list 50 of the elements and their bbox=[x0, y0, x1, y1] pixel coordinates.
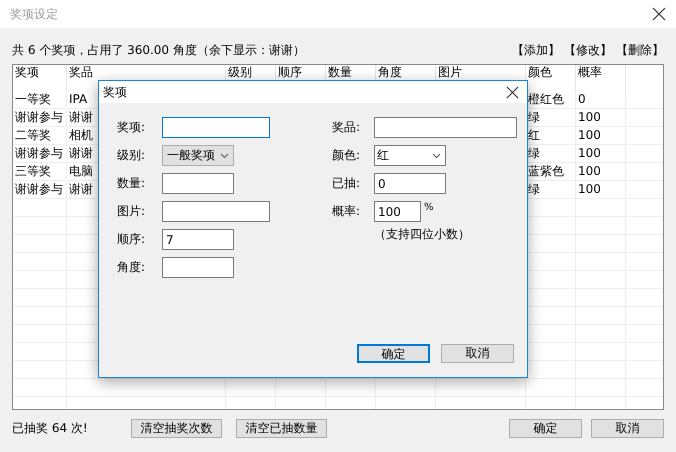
hint-text: （支持四位小数） bbox=[373, 226, 471, 243]
table-cell: 谢谢参与 bbox=[13, 145, 67, 162]
field-label: 颜色: bbox=[332, 147, 362, 164]
close-icon[interactable] bbox=[652, 7, 666, 21]
table-cell: 100 bbox=[576, 109, 626, 126]
field-label: 级别: bbox=[117, 147, 146, 164]
table-cell: 一等奖 bbox=[13, 91, 67, 108]
draw-count-text: 已抽奖 64 次! bbox=[12, 420, 89, 437]
field-label: 顺序: bbox=[117, 231, 146, 248]
column-header[interactable]: 概率 bbox=[576, 65, 626, 91]
table-cell: 谢谢参与 bbox=[13, 181, 67, 198]
field-label: 图片: bbox=[117, 203, 146, 220]
action-link[interactable]: 【修改】 bbox=[564, 42, 612, 58]
cancel-button[interactable]: 取消 bbox=[441, 344, 514, 363]
field-label: 角度: bbox=[117, 259, 146, 276]
ok-button[interactable]: 确定 bbox=[357, 344, 430, 363]
clear-button[interactable]: 清空抽奖次数 bbox=[131, 419, 222, 438]
action-link[interactable]: 【删除】 bbox=[616, 42, 664, 58]
ok-button[interactable]: 确定 bbox=[509, 419, 582, 438]
text-field[interactable]: 100 bbox=[374, 201, 421, 222]
field-label: 奖品: bbox=[332, 119, 362, 136]
chevron-icon bbox=[432, 152, 441, 158]
table-cell: 二等奖 bbox=[13, 127, 67, 144]
text-field[interactable]: 7 bbox=[162, 229, 234, 250]
close-icon[interactable] bbox=[506, 86, 519, 98]
table-cell: 100 bbox=[576, 127, 626, 144]
unit-label: % bbox=[424, 202, 434, 213]
text-field[interactable] bbox=[374, 117, 517, 138]
text-field[interactable] bbox=[162, 117, 270, 138]
table-cell: 谢谢参与 bbox=[13, 109, 67, 126]
text-field[interactable]: 0 bbox=[374, 173, 446, 194]
text-field[interactable] bbox=[162, 201, 270, 222]
column-header[interactable]: 奖项 bbox=[13, 65, 67, 91]
summary-text: 共 6 个奖项，占用了 360.00 角度（余下显示：谢谢） bbox=[12, 42, 305, 58]
dropdown[interactable]: 一般奖项 bbox=[162, 145, 234, 166]
table-cell: 100 bbox=[576, 145, 626, 162]
action-link[interactable]: 【添加】 bbox=[512, 42, 560, 58]
table-cell: 0 bbox=[576, 91, 626, 108]
text-field[interactable] bbox=[162, 257, 234, 278]
dropdown[interactable]: 红 bbox=[374, 145, 446, 166]
chevron-icon bbox=[220, 152, 229, 158]
cancel-button[interactable]: 取消 bbox=[591, 419, 664, 438]
text-field[interactable] bbox=[162, 173, 234, 194]
field-label: 已抽: bbox=[332, 175, 362, 192]
clear-button[interactable]: 清空已抽数量 bbox=[236, 419, 327, 438]
field-label: 概率: bbox=[332, 203, 362, 220]
table-cell: 100 bbox=[576, 181, 626, 198]
window-title: 奖项设定 bbox=[10, 6, 58, 22]
table-cell: 三等奖 bbox=[13, 163, 67, 180]
table-cell: 100 bbox=[576, 163, 626, 180]
